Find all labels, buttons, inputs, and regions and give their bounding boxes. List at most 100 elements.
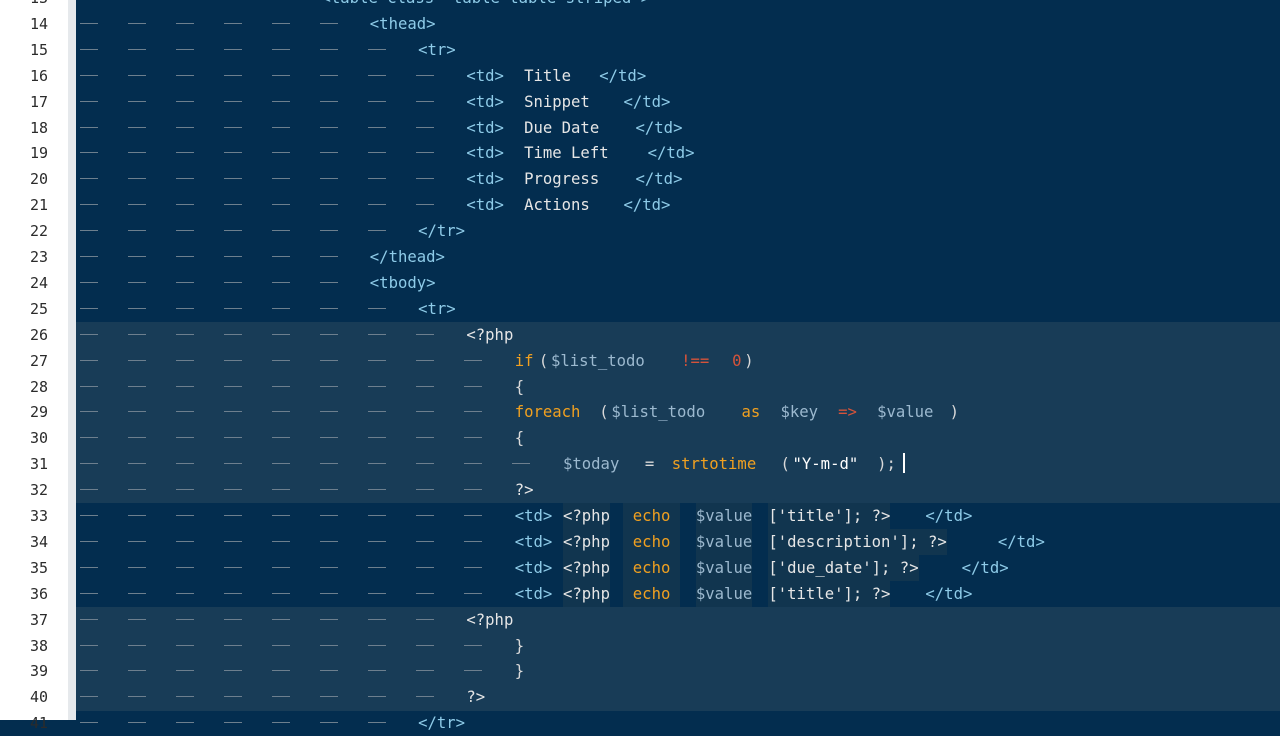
line-number: 36 bbox=[29, 584, 48, 603]
code-line[interactable]: 17 <td> Snippet </td> bbox=[0, 89, 1280, 115]
code-token-plain: Actions bbox=[514, 196, 600, 215]
line-number: 19 bbox=[29, 144, 48, 163]
indent-guides bbox=[80, 463, 553, 465]
code-token-plain: Time Left bbox=[514, 144, 618, 163]
code-token-str: "Y-m-d" bbox=[792, 455, 859, 474]
code-line[interactable]: 28 { bbox=[0, 374, 1280, 400]
code-token-punc: ); bbox=[877, 455, 896, 474]
line-number: 17 bbox=[29, 92, 48, 111]
code-line[interactable]: 41 </tr> bbox=[0, 710, 1280, 736]
indent-guides bbox=[80, 204, 457, 206]
code-line[interactable]: 20 <td> Progress </td> bbox=[0, 166, 1280, 192]
code-token-tag: </tr> bbox=[418, 222, 466, 241]
code-token-tag: <td> bbox=[514, 558, 553, 577]
code-line[interactable]: 22 </tr> bbox=[0, 218, 1280, 244]
code-line[interactable]: 15 <tr> bbox=[0, 37, 1280, 63]
code-token-op: !== bbox=[671, 351, 719, 370]
code-token-punc: } bbox=[514, 636, 525, 655]
code-token-kw: if bbox=[514, 351, 534, 370]
code-line[interactable]: 13 <table class="table table-striped"> bbox=[0, 0, 1280, 11]
code-token-tag: <td> bbox=[466, 118, 504, 137]
line-number: 38 bbox=[29, 636, 48, 655]
indent-guides bbox=[80, 126, 457, 128]
code-line[interactable]: 40 ?> bbox=[0, 684, 1280, 710]
code-token-punc: = bbox=[635, 455, 664, 474]
code-token-var: $value bbox=[695, 503, 753, 529]
code-token-punc: ) bbox=[949, 403, 959, 422]
line-number: 30 bbox=[29, 429, 48, 448]
code-line[interactable]: 24 <tbody> bbox=[0, 270, 1280, 296]
code-line[interactable]: 21 <td> Actions </td> bbox=[0, 192, 1280, 218]
code-token-tag: </td> bbox=[635, 170, 683, 189]
code-token-tag: </td> bbox=[623, 196, 671, 215]
indent-guides bbox=[80, 670, 505, 672]
code-line[interactable]: 34 <td> <?php echo $value ['description']; … bbox=[0, 528, 1280, 555]
code-line[interactable]: 37 <?php bbox=[0, 607, 1280, 633]
code-token-kw: as bbox=[732, 403, 770, 422]
indent-guides bbox=[80, 359, 505, 361]
code-token-tag: <tbody> bbox=[369, 273, 436, 292]
code-token-tag: <td> bbox=[466, 170, 504, 189]
line-number: 34 bbox=[29, 532, 48, 551]
code-line[interactable]: 33 <td> <?php echo $value ['title']; ?> </td… bbox=[0, 503, 1280, 529]
code-line[interactable]: 25 <tr> bbox=[0, 296, 1280, 322]
code-line[interactable]: 32 ?> bbox=[0, 477, 1280, 503]
code-token-tag: </td> bbox=[635, 118, 683, 137]
indent-guides bbox=[80, 22, 360, 24]
code-line[interactable]: 36 <td> <?php echo $value ['title']; ?> </td… bbox=[0, 580, 1280, 607]
code-line[interactable]: 19 <td> Time Left </td> bbox=[0, 140, 1280, 166]
code-line[interactable]: 35 <td> <?php echo $value ['due_date']; ?> <… bbox=[0, 554, 1280, 581]
code-token-var: $value bbox=[695, 554, 753, 581]
code-line[interactable]: 16 <td> Title </td> bbox=[0, 63, 1280, 89]
code-token-tag: <tr> bbox=[418, 40, 456, 59]
indent-guides bbox=[80, 100, 457, 102]
code-token-var: $key bbox=[780, 403, 819, 422]
line-number: 31 bbox=[29, 455, 48, 474]
code-line[interactable]: 23 </thead> bbox=[0, 244, 1280, 270]
indent-guides bbox=[80, 592, 505, 594]
code-token-punc: { bbox=[514, 377, 525, 396]
indent-guides bbox=[80, 437, 505, 439]
code-line[interactable]: 38} bbox=[0, 633, 1280, 659]
code-line[interactable]: 29 foreach ($list_todo as $key => $value) bbox=[0, 399, 1280, 425]
line-number: 26 bbox=[29, 325, 48, 344]
code-token-tag: <td> bbox=[514, 507, 553, 525]
line-number: 29 bbox=[29, 403, 48, 422]
text-cursor bbox=[903, 453, 905, 473]
code-token-num: 0 bbox=[732, 351, 742, 370]
code-line[interactable]: 18 <td> Due Date </td> bbox=[0, 115, 1280, 141]
indent-guides bbox=[80, 411, 505, 413]
code-token-plain: <?php bbox=[563, 554, 610, 581]
line-number: 15 bbox=[29, 40, 48, 59]
code-line[interactable]: 27 if($list_todo !== 0) bbox=[0, 348, 1280, 374]
indent-guides bbox=[80, 696, 457, 698]
line-number: 14 bbox=[29, 14, 48, 33]
code-line[interactable]: 39} bbox=[0, 658, 1280, 684]
code-token-plain: Snippet bbox=[514, 92, 600, 111]
line-number: 32 bbox=[29, 481, 48, 500]
code-token-tag: </td> bbox=[997, 532, 1045, 551]
code-token-var: $today bbox=[563, 455, 620, 474]
indent-guides bbox=[80, 178, 457, 180]
code-token-kw: echo bbox=[623, 554, 680, 581]
code-token-punc: ( bbox=[538, 351, 549, 370]
code-token-tag: <tr> bbox=[418, 299, 456, 318]
code-token-fn: strtotime bbox=[671, 455, 757, 474]
code-line[interactable]: 26 <?php bbox=[0, 322, 1280, 348]
code-line[interactable]: 30 { bbox=[0, 425, 1280, 451]
line-number: 22 bbox=[29, 222, 48, 241]
line-number: 23 bbox=[29, 248, 48, 266]
line-number: 13 bbox=[0, 0, 48, 11]
code-token-var: $value bbox=[695, 580, 753, 607]
code-line[interactable]: 14 <thead> bbox=[0, 11, 1280, 37]
code-token-plain: <?php bbox=[563, 503, 610, 529]
indent-guides bbox=[80, 618, 457, 620]
line-number: 40 bbox=[29, 688, 48, 707]
code-token-tag: </thead> bbox=[369, 248, 445, 266]
code-line[interactable]: 31 $today = strtotime ("Y-m-d"); bbox=[0, 451, 1280, 477]
code-token-tag: </td> bbox=[961, 558, 1009, 577]
indent-guides bbox=[80, 515, 505, 516]
code-token-plain: Due Date bbox=[514, 118, 609, 137]
code-token-kw: echo bbox=[623, 580, 680, 607]
code-token-tag: </td> bbox=[647, 144, 695, 163]
